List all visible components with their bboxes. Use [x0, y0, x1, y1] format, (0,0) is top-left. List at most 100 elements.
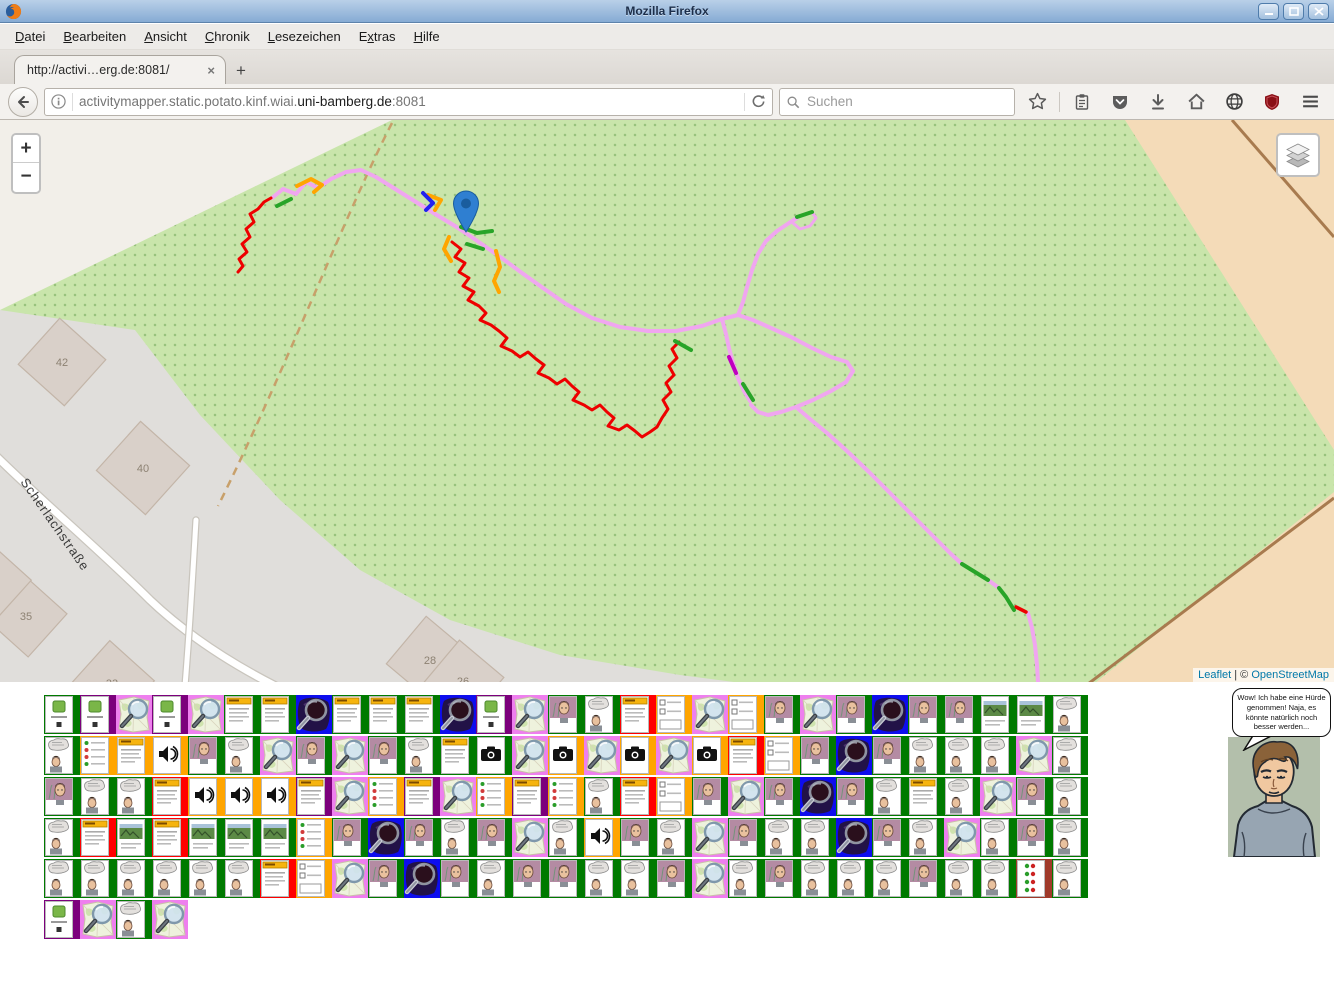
grid-tile-document-thumb[interactable]	[404, 695, 440, 734]
menu-item-lesezeichen[interactable]: Lesezeichen	[259, 26, 350, 47]
grid-tile-portrait-thumb[interactable]	[296, 736, 332, 775]
grid-tile-map-magnifier-thumb[interactable]	[332, 777, 368, 816]
grid-tile-map-magnifier-thumb[interactable]	[692, 859, 728, 898]
grid-tile-map-magnifier-thumb[interactable]	[332, 859, 368, 898]
grid-tile-document-thumb[interactable]	[728, 736, 764, 775]
grid-tile-portrait-thumb[interactable]	[836, 695, 872, 734]
grid-tile-comic-scene-thumb[interactable]	[1052, 859, 1088, 898]
grid-tile-map-magnifier-thumb[interactable]	[512, 818, 548, 857]
grid-tile-portrait-thumb[interactable]	[188, 736, 224, 775]
grid-tile-comic-scene-thumb[interactable]	[224, 859, 260, 898]
grid-tile-portrait-thumb[interactable]	[692, 777, 728, 816]
grid-tile-document-thumb[interactable]	[260, 859, 296, 898]
grid-tile-document-thumb[interactable]	[224, 695, 260, 734]
grid-tile-dark-magnifier-thumb[interactable]	[872, 695, 908, 734]
reload-icon[interactable]	[751, 94, 766, 109]
grid-tile-dark-magnifier-thumb[interactable]	[440, 695, 476, 734]
grid-tile-comic-scene-thumb[interactable]	[1052, 736, 1088, 775]
tab-active[interactable]: http://activi…erg.de:8081/ ×	[14, 55, 226, 84]
grid-tile-comic-scene-thumb[interactable]	[944, 777, 980, 816]
title-bar[interactable]: Mozilla Firefox	[0, 0, 1334, 23]
grid-tile-camera-thumb[interactable]	[548, 736, 584, 775]
menu-item-datei[interactable]: Datei	[6, 26, 54, 47]
grid-tile-form-thumb[interactable]	[656, 695, 692, 734]
grid-tile-form-thumb[interactable]	[656, 777, 692, 816]
grid-tile-comic-scene-thumb[interactable]	[188, 859, 224, 898]
grid-tile-comic-scene-thumb[interactable]	[116, 859, 152, 898]
grid-tile-portrait-thumb[interactable]	[800, 736, 836, 775]
grid-tile-map-magnifier-thumb[interactable]	[728, 777, 764, 816]
app-menu-button[interactable]	[1294, 87, 1326, 117]
grid-tile-document-thumb[interactable]	[260, 695, 296, 734]
grid-tile-portrait-thumb[interactable]	[1016, 818, 1052, 857]
tab-close-button[interactable]: ×	[205, 63, 217, 78]
zoom-out-button[interactable]: −	[13, 163, 39, 191]
grid-tile-map-magnifier-thumb[interactable]	[188, 695, 224, 734]
grid-tile-comic-scene-thumb[interactable]	[476, 859, 512, 898]
grid-tile-map-magnifier-thumb[interactable]	[152, 900, 188, 939]
grid-tile-map-magnifier-thumb[interactable]	[800, 695, 836, 734]
map-layers-button[interactable]	[1276, 133, 1320, 177]
grid-tile-comic-scene-thumb[interactable]	[1052, 695, 1088, 734]
grid-tile-portrait-thumb[interactable]	[44, 777, 80, 816]
home-button[interactable]	[1180, 87, 1212, 117]
grid-tile-portrait-thumb[interactable]	[872, 736, 908, 775]
grid-tile-portrait-thumb[interactable]	[908, 859, 944, 898]
grid-tile-portrait-thumb[interactable]	[836, 777, 872, 816]
grid-tile-map-magnifier-thumb[interactable]	[440, 777, 476, 816]
grid-tile-comic-scene-thumb[interactable]	[116, 777, 152, 816]
grid-tile-camera-thumb[interactable]	[692, 736, 728, 775]
grid-tile-map-magnifier-thumb[interactable]	[332, 736, 368, 775]
grid-tile-form-thumb[interactable]	[728, 695, 764, 734]
zoom-in-button[interactable]: +	[13, 135, 39, 163]
grid-tile-map-magnifier-thumb[interactable]	[692, 695, 728, 734]
grid-tile-comic-scene-thumb[interactable]	[800, 818, 836, 857]
grid-tile-map-magnifier-thumb[interactable]	[512, 695, 548, 734]
grid-tile-comic-scene-thumb[interactable]	[980, 818, 1016, 857]
grid-tile-portrait-thumb[interactable]	[764, 777, 800, 816]
grid-tile-app-screenshot-thumb[interactable]	[152, 695, 188, 734]
grid-tile-document-thumb[interactable]	[404, 777, 440, 816]
grid-tile-checklist-thumb[interactable]	[548, 777, 584, 816]
grid-tile-map-magnifier-thumb[interactable]	[1016, 736, 1052, 775]
grid-tile-comic-scene-thumb[interactable]	[44, 818, 80, 857]
grid-tile-comic-scene-thumb[interactable]	[584, 859, 620, 898]
grid-tile-checklist-thumb[interactable]	[368, 777, 404, 816]
menu-item-bearbeiten[interactable]: Bearbeiten	[54, 26, 135, 47]
grid-tile-comic-scene-thumb[interactable]	[440, 818, 476, 857]
grid-tile-app-screenshot-thumb[interactable]	[44, 695, 80, 734]
grid-tile-document-thumb[interactable]	[152, 777, 188, 816]
grid-tile-document-thumb[interactable]	[368, 695, 404, 734]
grid-tile-comic-scene-thumb[interactable]	[224, 736, 260, 775]
grid-tile-comic-scene-thumb[interactable]	[80, 859, 116, 898]
grid-tile-portrait-thumb[interactable]	[620, 818, 656, 857]
grid-tile-map-magnifier-thumb[interactable]	[944, 818, 980, 857]
grid-tile-map-magnifier-thumb[interactable]	[116, 695, 152, 734]
grid-tile-checklist-thumb[interactable]	[296, 818, 332, 857]
grid-tile-document-thumb[interactable]	[296, 777, 332, 816]
grid-tile-app-screenshot-thumb[interactable]	[476, 695, 512, 734]
grid-tile-portrait-thumb[interactable]	[332, 818, 368, 857]
minimize-button[interactable]	[1258, 3, 1279, 20]
grid-tile-comic-scene-thumb[interactable]	[548, 818, 584, 857]
grid-tile-dark-magnifier-thumb[interactable]	[404, 859, 440, 898]
maximize-button[interactable]	[1283, 3, 1304, 20]
grid-tile-portrait-thumb[interactable]	[728, 818, 764, 857]
back-button[interactable]	[8, 87, 38, 117]
grid-tile-document-thumb[interactable]	[116, 736, 152, 775]
grid-tile-portrait-thumb[interactable]	[764, 695, 800, 734]
grid-tile-map-magnifier-thumb[interactable]	[584, 736, 620, 775]
grid-tile-comic-scene-thumb[interactable]	[872, 777, 908, 816]
grid-tile-document-thumb[interactable]	[440, 736, 476, 775]
grid-tile-comic-scene-thumb[interactable]	[980, 859, 1016, 898]
grid-tile-comic-scene-thumb[interactable]	[152, 859, 188, 898]
grid-tile-portrait-thumb[interactable]	[548, 859, 584, 898]
grid-tile-audio-thumb[interactable]	[224, 777, 260, 816]
grid-tile-map-magnifier-thumb[interactable]	[80, 900, 116, 939]
grid-tile-portrait-thumb[interactable]	[1016, 777, 1052, 816]
grid-tile-portrait-thumb[interactable]	[404, 818, 440, 857]
grid-tile-portrait-thumb[interactable]	[368, 859, 404, 898]
grid-tile-app-screenshot-thumb[interactable]	[44, 900, 80, 939]
search-bar[interactable]	[779, 88, 1015, 116]
ublock-button[interactable]	[1256, 87, 1288, 117]
